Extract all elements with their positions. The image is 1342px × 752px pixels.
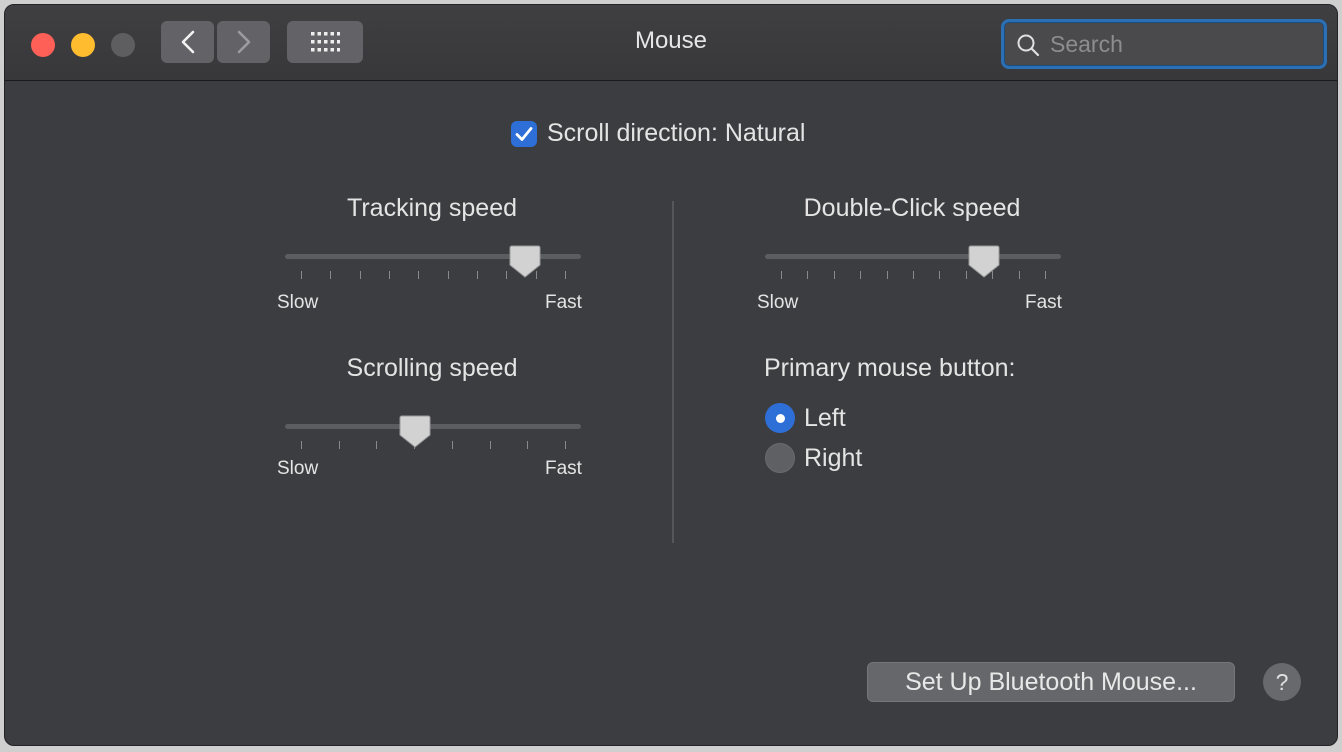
back-button[interactable] — [161, 21, 214, 63]
slider-tick — [477, 271, 478, 279]
slider-tick — [301, 271, 302, 279]
slider-tick — [447, 271, 449, 279]
slider-tick — [489, 441, 491, 449]
slider-tick — [389, 271, 390, 279]
help-button[interactable]: ? — [1263, 663, 1301, 701]
slider-tick — [781, 271, 782, 279]
radio-dot — [775, 413, 785, 423]
set-up-bluetooth-mouse-button[interactable]: Set Up Bluetooth Mouse... — [867, 662, 1235, 702]
title-bar: Mouse — [5, 5, 1337, 81]
slider-tick — [1045, 271, 1046, 279]
slider-tick — [418, 271, 420, 279]
double-click-speed-max-label: Fast — [1025, 292, 1062, 313]
tracking-speed-max-label: Fast — [545, 292, 582, 313]
chevron-left-icon — [181, 30, 194, 54]
primary-mouse-button-title: Primary mouse button: — [764, 354, 1016, 382]
slider-tick — [506, 271, 508, 279]
preferences-window: Mouse Scroll direction: Natural Tracking… — [4, 4, 1338, 746]
slider-tick — [565, 271, 566, 279]
slider-tick — [939, 271, 941, 279]
slider-thumb[interactable] — [509, 244, 541, 278]
left-radio-button[interactable] — [765, 403, 795, 433]
slider-tick — [1018, 271, 1020, 279]
scrolling-speed-min-label: Slow — [277, 458, 319, 479]
mouse-preferences-pane: Scroll direction: Natural Tracking speed… — [5, 81, 1337, 745]
close-window-button[interactable] — [31, 33, 55, 57]
tracking-speed-min-label: Slow — [277, 292, 319, 313]
scroll-direction-checkbox[interactable] — [511, 120, 537, 147]
left-option-label: Left — [804, 403, 846, 432]
column-divider — [672, 201, 674, 543]
slider-thumb[interactable] — [399, 414, 431, 448]
double-click-speed-min-label: Slow — [757, 292, 799, 313]
slider-track — [285, 424, 581, 429]
search-input[interactable] — [1048, 28, 1312, 60]
slider-tick — [565, 441, 566, 449]
right-radio-button[interactable] — [765, 443, 795, 473]
slider-tick — [376, 441, 378, 449]
scrolling-speed-slider[interactable] — [285, 415, 581, 465]
slider-tick — [359, 271, 361, 279]
double-click-speed-title: Double-Click speed — [803, 194, 1021, 222]
slider-ticks — [765, 271, 1061, 279]
tracking-speed-slider[interactable] — [285, 245, 581, 295]
forward-button[interactable] — [217, 21, 270, 63]
search-field[interactable] — [1001, 19, 1327, 69]
slider-thumb[interactable] — [968, 244, 1000, 278]
primary-button-right-option[interactable]: Right — [765, 443, 862, 473]
slider-tick — [330, 271, 332, 279]
slider-tick — [301, 441, 302, 449]
slider-tick — [338, 441, 340, 449]
search-icon — [1017, 34, 1040, 57]
slider-tick — [527, 441, 529, 449]
slider-ticks — [285, 441, 581, 449]
scrolling-speed-title: Scrolling speed — [346, 354, 518, 382]
chevron-right-icon — [237, 30, 250, 54]
scroll-direction-option[interactable]: Scroll direction: Natural — [511, 119, 805, 148]
zoom-window-button[interactable] — [111, 33, 135, 57]
slider-tick — [913, 271, 914, 279]
slider-tick — [886, 271, 888, 279]
slider-tick — [807, 271, 809, 279]
minimize-window-button[interactable] — [71, 33, 95, 57]
slider-tick — [451, 441, 453, 449]
slider-tick — [965, 271, 967, 279]
tracking-speed-title: Tracking speed — [347, 194, 517, 222]
double-click-speed-slider[interactable] — [765, 245, 1061, 295]
right-option-label: Right — [804, 443, 863, 472]
slider-tick — [860, 271, 862, 279]
show-all-button[interactable] — [287, 21, 363, 63]
scrolling-speed-max-label: Fast — [545, 458, 582, 479]
checkmark-icon — [515, 126, 533, 141]
scroll-direction-label: Scroll direction: Natural — [547, 119, 806, 147]
slider-tick — [833, 271, 835, 279]
grid-icon — [311, 32, 340, 52]
primary-button-left-option[interactable]: Left — [765, 403, 846, 433]
slider-track — [765, 254, 1061, 259]
